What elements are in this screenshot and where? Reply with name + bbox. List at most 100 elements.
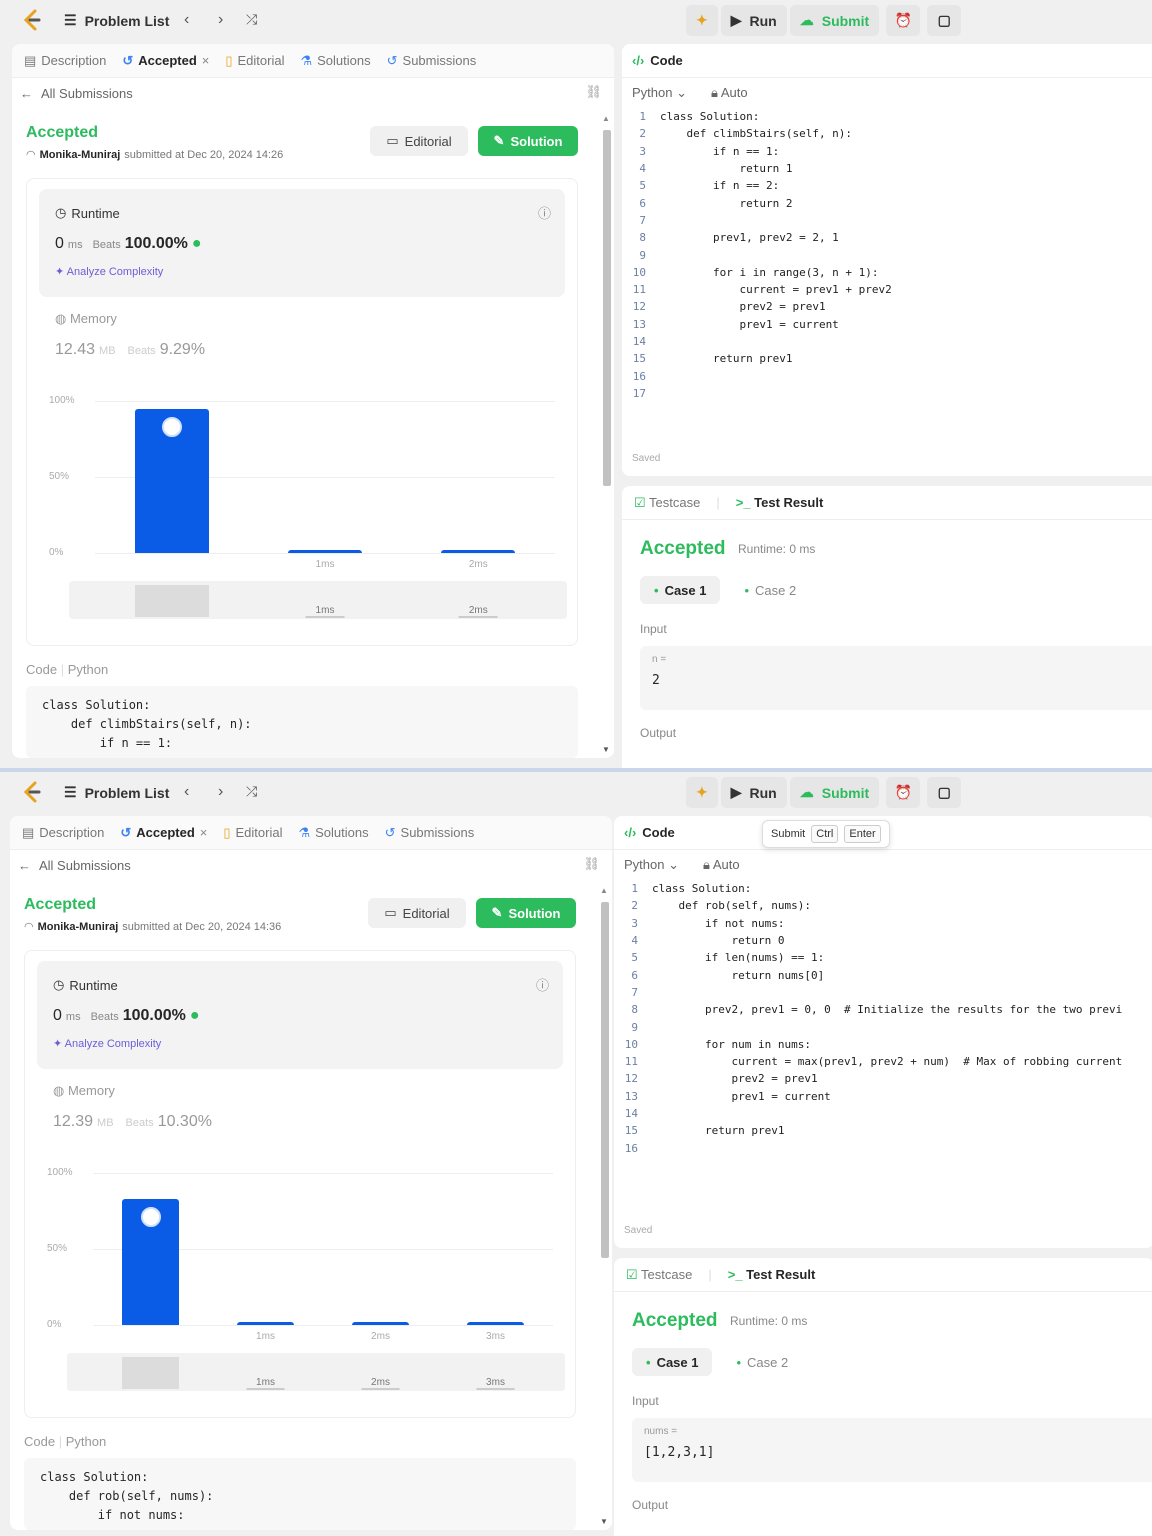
left-scrollbar[interactable]: ▲ ▼	[602, 114, 612, 758]
code-line[interactable]: 14	[622, 333, 1152, 350]
runtime-section[interactable]: ◷ Runtime ⓘ 0 ms Beats 100.00% ● ✦ Analyze Co…	[39, 189, 565, 297]
code-line[interactable]: 9	[614, 1018, 1152, 1035]
tab-testcase[interactable]: ☑ Testcase	[626, 1267, 692, 1283]
tab-description[interactable]: ▤ Description	[24, 53, 106, 69]
tab-editorial[interactable]: ▯ Editorial	[225, 53, 284, 69]
brush-handle[interactable]	[121, 1357, 180, 1389]
code-line[interactable]: 15 return prev1	[614, 1122, 1152, 1139]
leetcode-logo-icon[interactable]	[20, 8, 44, 32]
all-submissions-link[interactable]: ← All Submissions ⛓	[12, 78, 614, 108]
scroll-down-icon[interactable]: ▼	[600, 1517, 608, 1526]
chart-bar[interactable]	[134, 408, 209, 553]
close-icon[interactable]: ×	[202, 53, 210, 68]
link-icon[interactable]: ⛓	[585, 84, 602, 100]
submit-button[interactable]: ☁ Submit	[789, 777, 880, 808]
code-line[interactable]: 4 return 1	[622, 160, 1152, 177]
chart-bar[interactable]	[288, 549, 362, 553]
code-line[interactable]: 16	[622, 367, 1152, 384]
scroll-down-icon[interactable]: ▼	[602, 745, 610, 754]
code-line[interactable]: 6 return 2	[622, 194, 1152, 211]
tab-test-result[interactable]: >_ Test Result	[728, 1267, 816, 1282]
code-line[interactable]: 8 prev2, prev1 = 0, 0 # Initialize the r…	[614, 1001, 1152, 1018]
tab-accepted[interactable]: ↺ Accepted ×	[120, 825, 207, 841]
code-line[interactable]: 7	[614, 984, 1152, 1001]
code-line[interactable]: 7	[622, 212, 1152, 229]
scroll-up-icon[interactable]: ▲	[602, 114, 610, 123]
code-line[interactable]: 13 prev1 = current	[614, 1088, 1152, 1105]
next-problem-icon[interactable]: ›	[218, 11, 223, 29]
code-editor[interactable]: 1 class Solution: 2 def rob(self, nums): 3 …	[614, 880, 1152, 1157]
memory-section[interactable]: ◍ Memory 12.39 MB Beats 10.30%	[53, 1083, 212, 1131]
scroll-up-icon[interactable]: ▲	[600, 886, 608, 895]
shuffle-icon[interactable]: ⤮	[246, 11, 257, 28]
analyze-complexity-link[interactable]: ✦ Analyze Complexity	[53, 1037, 161, 1050]
editorial-button[interactable]: ▭ Editorial	[370, 126, 468, 156]
code-line[interactable]: 3 if n == 1:	[622, 143, 1152, 160]
problem-list-button[interactable]: ☰ Problem List	[64, 12, 169, 29]
code-line[interactable]: 1 class Solution:	[622, 108, 1152, 125]
tab-submissions[interactable]: ↺ Submissions	[387, 53, 477, 69]
language-select[interactable]: Python ⌄	[624, 857, 679, 873]
case-2-tab[interactable]: • Case 2	[722, 1348, 802, 1376]
code-line[interactable]: 8 prev1, prev2 = 2, 1	[622, 229, 1152, 246]
scrollbar-thumb[interactable]	[603, 130, 611, 486]
timer-button[interactable]: ⏰	[886, 5, 921, 36]
tab-editorial[interactable]: ▯ Editorial	[223, 825, 282, 841]
code-line[interactable]: 15 return prev1	[622, 350, 1152, 367]
tab-test-result[interactable]: >_ Test Result	[736, 495, 824, 510]
code-line[interactable]: 12 prev2 = prev1	[622, 298, 1152, 315]
code-line[interactable]: 1 class Solution:	[614, 880, 1152, 897]
info-icon[interactable]: ⓘ	[536, 975, 549, 994]
prev-problem-icon[interactable]: ‹	[184, 783, 189, 801]
code-line[interactable]: 9	[622, 246, 1152, 263]
code-line[interactable]: 13 prev1 = current	[622, 316, 1152, 333]
code-line[interactable]: 10 for num in nums:	[614, 1036, 1152, 1053]
debug-button[interactable]: ✦	[686, 777, 718, 808]
code-line[interactable]: 17	[622, 385, 1152, 402]
code-line[interactable]: 16	[614, 1139, 1152, 1156]
code-line[interactable]: 2 def rob(self, nums):	[614, 897, 1152, 914]
leetcode-logo-icon[interactable]	[20, 780, 44, 804]
close-icon[interactable]: ×	[200, 825, 208, 840]
auto-mode[interactable]: 🔒︎ Auto	[703, 857, 740, 873]
submit-button[interactable]: ☁ Submit	[789, 5, 880, 36]
scrollbar-thumb[interactable]	[601, 902, 609, 1258]
analyze-complexity-link[interactable]: ✦ Analyze Complexity	[55, 265, 163, 278]
chart-bar[interactable]	[441, 549, 516, 553]
code-tab[interactable]: ‹/› Code	[622, 44, 1152, 78]
case-1-tab[interactable]: • Case 1	[632, 1348, 713, 1376]
timer-button[interactable]: ⏰	[886, 777, 921, 808]
solution-button[interactable]: ✎ Solution	[476, 898, 576, 928]
code-line[interactable]: 2 def climbStairs(self, n):	[622, 125, 1152, 142]
code-line[interactable]: 14	[614, 1105, 1152, 1122]
auto-mode[interactable]: 🔒︎ Auto	[711, 85, 748, 101]
runtime-section[interactable]: ◷ Runtime ⓘ 0 ms Beats 100.00% ● ✦ Analyze Co…	[37, 961, 563, 1069]
language-select[interactable]: Python ⌄	[632, 85, 687, 101]
link-icon[interactable]: ⛓	[583, 856, 600, 872]
run-button[interactable]: ▶ Run	[720, 777, 787, 808]
chart-bar[interactable]	[466, 1321, 525, 1325]
code-line[interactable]: 5 if len(nums) == 1:	[614, 949, 1152, 966]
chart-bar[interactable]	[351, 1321, 410, 1325]
editorial-button[interactable]: ▭ Editorial	[368, 898, 466, 928]
chart-bar[interactable]	[121, 1198, 180, 1325]
left-scrollbar[interactable]: ▲ ▼	[600, 886, 610, 1530]
chart-range-brush[interactable]: 1ms 2ms 3ms	[67, 1353, 565, 1391]
tab-solutions[interactable]: ⚗ Solutions	[300, 53, 370, 69]
brush-handle[interactable]	[134, 585, 209, 617]
case-1-tab[interactable]: • Case 1	[640, 576, 721, 604]
shuffle-icon[interactable]: ⤮	[246, 783, 257, 800]
tab-testcase[interactable]: ☑ Testcase	[634, 495, 700, 511]
tab-solutions[interactable]: ⚗ Solutions	[298, 825, 368, 841]
code-line[interactable]: 11 current = max(prev1, prev2 + num) # M…	[614, 1053, 1152, 1070]
tab-accepted[interactable]: ↺ Accepted ×	[122, 53, 209, 69]
prev-problem-icon[interactable]: ‹	[184, 11, 189, 29]
notes-button[interactable]: ▢	[927, 5, 962, 36]
tab-description[interactable]: ▤ Description	[22, 825, 104, 841]
problem-list-button[interactable]: ☰ Problem List	[64, 784, 169, 801]
code-line[interactable]: 6 return nums[0]	[614, 966, 1152, 983]
chart-range-brush[interactable]: 1ms 2ms	[69, 581, 567, 619]
chart-bar[interactable]	[236, 1321, 295, 1325]
solution-button[interactable]: ✎ Solution	[478, 126, 578, 156]
code-line[interactable]: 4 return 0	[614, 932, 1152, 949]
